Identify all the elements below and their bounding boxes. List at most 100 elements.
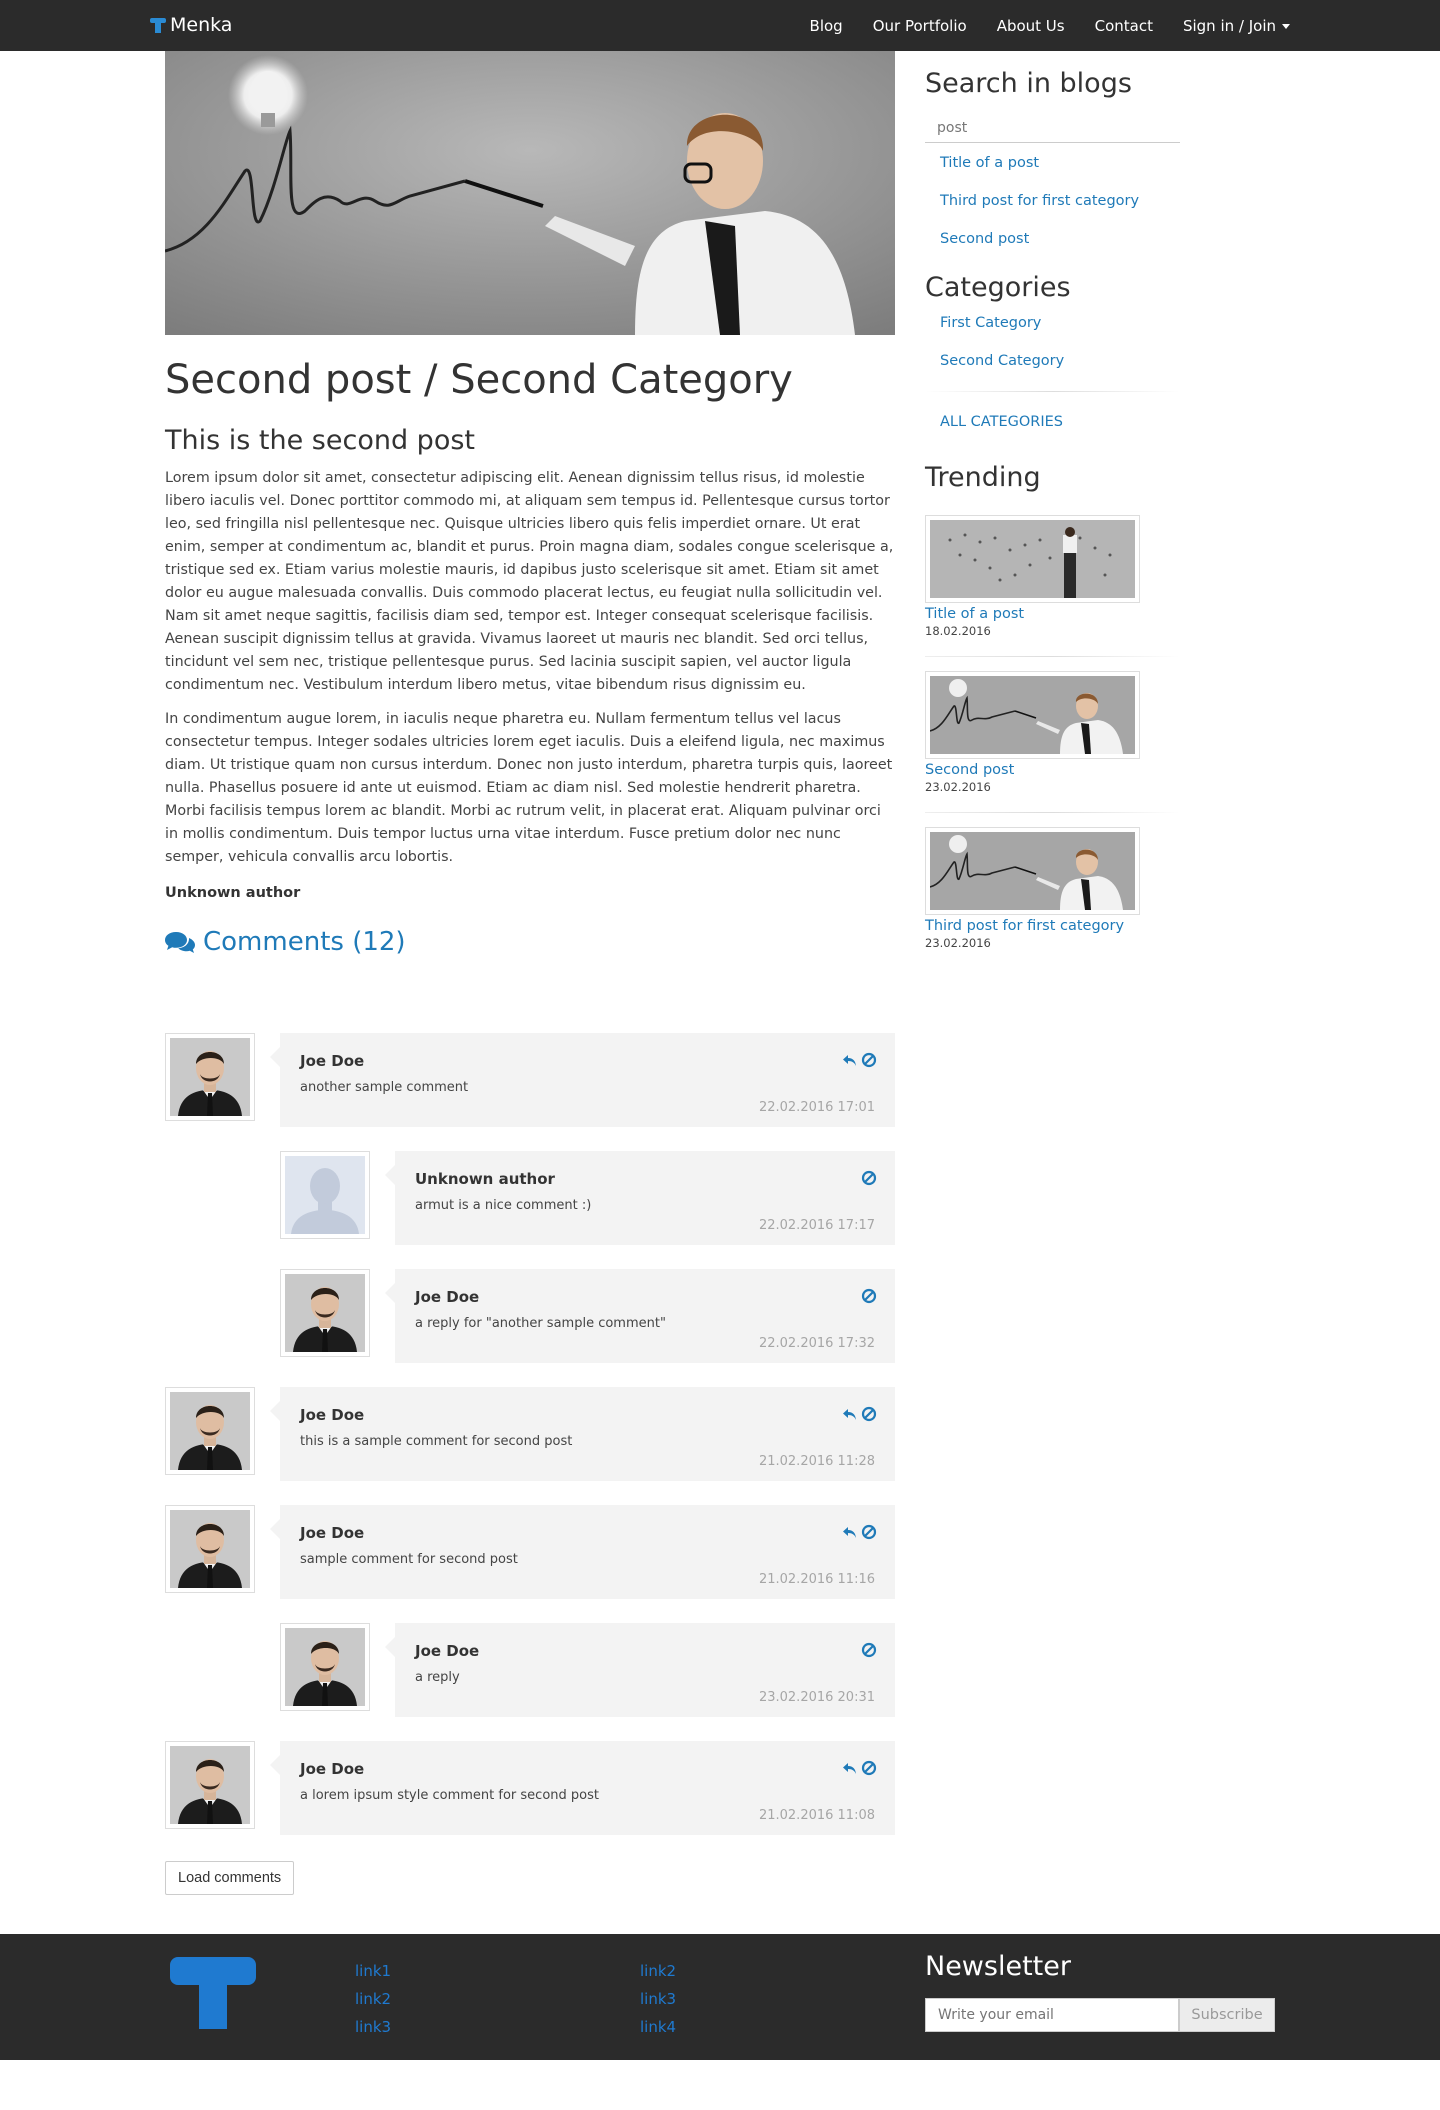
comment-text: sample comment for second post: [300, 1552, 518, 1567]
categories-title: Categories: [925, 272, 1071, 303]
comments-heading-label: Comments (12): [203, 927, 406, 957]
blog-search-input[interactable]: [925, 113, 1180, 143]
footer-link[interactable]: link2: [640, 1957, 676, 1985]
footer-links-col-1: link1 link2 link3: [355, 1957, 391, 2041]
newsletter-email-input[interactable]: [925, 1998, 1179, 2032]
comments-heading[interactable]: Comments (12): [165, 927, 895, 957]
load-comments-button[interactable]: Load comments: [165, 1861, 295, 1895]
comment-date: 21.02.2016 11:08: [758, 1808, 875, 1823]
comment-reply-item: Joe Doe a reply for "another sample comme…: [165, 1269, 895, 1363]
trending-thumbnail[interactable]: [925, 515, 1140, 603]
footer-link[interactable]: link1: [355, 1957, 391, 1985]
comment-date: 22.02.2016 17:17: [758, 1218, 875, 1233]
trending-date: 23.02.2016: [925, 936, 991, 950]
comment-text: armut is a nice comment :): [415, 1198, 592, 1213]
divider: [925, 656, 1180, 657]
comment-author: Joe Doe: [300, 1524, 365, 1542]
block-icon[interactable]: [861, 1760, 877, 1776]
block-icon[interactable]: [861, 1170, 877, 1186]
categories-list: First Category Second Category: [925, 315, 1180, 369]
comments-icon: [165, 932, 195, 953]
trending-date: 23.02.2016: [925, 780, 991, 794]
avatar: [165, 1505, 255, 1593]
brand-logo[interactable]: Menka: [150, 12, 232, 38]
trending-title-link[interactable]: Second post: [925, 762, 1180, 778]
footer-logo-icon: [170, 1957, 256, 2029]
all-categories-link[interactable]: ALL CATEGORIES: [940, 414, 1180, 430]
comment-author: Joe Doe: [415, 1288, 480, 1306]
nav-signin-label: Sign in / Join: [1182, 16, 1276, 35]
comment-text: this is a sample comment for second post: [300, 1434, 573, 1449]
comment-bubble: Unknown author armut is a nice comment :)…: [385, 1151, 895, 1245]
footer-link[interactable]: link2: [355, 1985, 391, 2013]
post-body: Lorem ipsum dolor sit amet, consectetur …: [165, 467, 895, 869]
avatar: [280, 1623, 370, 1711]
footer-links-col-2: link2 link3 link4: [640, 1957, 676, 2041]
trending-item: Third post for first category 23.02.2016: [925, 827, 1180, 950]
category-link[interactable]: First Category: [940, 315, 1180, 331]
trending-title-link[interactable]: Title of a post: [925, 606, 1180, 622]
trending-list: Title of a post 18.02.2016 Second post 23.0…: [925, 515, 1180, 950]
avatar: [165, 1387, 255, 1475]
comment-date: 21.02.2016 11:28: [758, 1454, 875, 1469]
comment-item: Joe Doe sample comment for second post 21.…: [165, 1505, 895, 1599]
nav-contact[interactable]: Contact: [1095, 17, 1153, 35]
search-result-link[interactable]: Third post for first category: [940, 193, 1180, 209]
comment-bubble: Joe Doe a reply 23.02.2016 20:31: [385, 1623, 895, 1717]
post-paragraph: Lorem ipsum dolor sit amet, consectetur …: [165, 470, 894, 693]
comment-text: a reply: [415, 1670, 460, 1685]
comment-reply-item: Unknown author armut is a nice comment :)…: [165, 1151, 895, 1245]
trending-thumbnail[interactable]: [925, 827, 1140, 915]
comment-actions: [839, 1760, 877, 1776]
block-icon[interactable]: [861, 1406, 877, 1422]
block-icon[interactable]: [861, 1288, 877, 1304]
comment-bubble: Joe Doe a reply for "another sample comme…: [385, 1269, 895, 1363]
nav-signin-dropdown[interactable]: Sign in / Join: [1183, 17, 1290, 35]
main-content: Second post / Second Category This is th…: [165, 51, 895, 1895]
caret-down-icon: [1282, 23, 1290, 29]
trending-thumbnail[interactable]: [925, 671, 1140, 759]
block-icon[interactable]: [861, 1642, 877, 1658]
search-title: Search in blogs: [925, 68, 1132, 99]
category-link[interactable]: Second Category: [940, 353, 1180, 369]
navbar: Menka Blog Our Portfolio About Us Contac…: [0, 0, 1440, 51]
trending-title: Trending: [925, 462, 1041, 493]
trending-item: Second post 23.02.2016: [925, 671, 1180, 813]
footer: link1 link2 link3 link2 link3 link4 News…: [0, 1934, 1440, 2060]
menka-logo-icon: [150, 16, 166, 34]
footer-link[interactable]: link3: [640, 1985, 676, 2013]
idea-illustration: [165, 51, 895, 335]
main-nav: Blog Our Portfolio About Us Contact Sign…: [780, 0, 1290, 51]
comment-item: Joe Doe a lorem ipsum style comment for s…: [165, 1741, 895, 1835]
avatar: [280, 1151, 370, 1239]
reply-icon[interactable]: [842, 1760, 858, 1776]
nav-blog[interactable]: Blog: [810, 17, 843, 35]
comment-text: a reply for "another sample comment": [415, 1316, 666, 1331]
comment-date: 21.02.2016 11:16: [758, 1572, 875, 1587]
comment-actions: [839, 1524, 877, 1540]
comment-author: Joe Doe: [300, 1406, 365, 1424]
comment-actions: [858, 1170, 877, 1186]
post-author: Unknown author: [165, 885, 301, 901]
comment-text: another sample comment: [300, 1080, 469, 1095]
reply-icon[interactable]: [842, 1406, 858, 1422]
reply-icon[interactable]: [842, 1052, 858, 1068]
post-paragraph: In condimentum augue lorem, in iaculis n…: [165, 711, 893, 865]
search-result-link[interactable]: Second post: [940, 231, 1180, 247]
all-categories-wrap: ALL CATEGORIES: [925, 414, 1180, 430]
block-icon[interactable]: [861, 1524, 877, 1540]
block-icon[interactable]: [861, 1052, 877, 1068]
reply-icon[interactable]: [842, 1524, 858, 1540]
search-result-link[interactable]: Title of a post: [940, 155, 1180, 171]
comments-list: Joe Doe another sample comment 22.02.2016 …: [165, 1033, 895, 1835]
footer-link[interactable]: link3: [355, 2013, 391, 2041]
trending-title-link[interactable]: Third post for first category: [925, 918, 1180, 934]
footer-link[interactable]: link4: [640, 2013, 676, 2041]
nav-portfolio[interactable]: Our Portfolio: [873, 17, 967, 35]
avatar: [165, 1741, 255, 1829]
search-results: Title of a post Third post for first cat…: [925, 155, 1180, 247]
subscribe-button[interactable]: Subscribe: [1179, 1998, 1275, 2032]
nav-about[interactable]: About Us: [997, 17, 1065, 35]
comment-date: 23.02.2016 20:31: [758, 1690, 875, 1705]
comment-actions: [858, 1642, 877, 1658]
